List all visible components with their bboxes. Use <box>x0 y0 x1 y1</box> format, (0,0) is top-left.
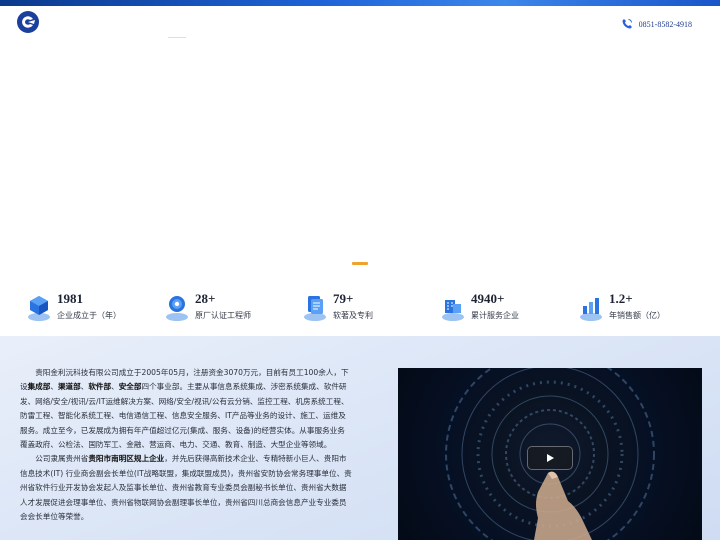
stat-item: 4940+ 累计服务企业 <box>440 288 570 336</box>
stat-value: 4940+ <box>471 291 505 306</box>
stat-value: 1981 <box>57 291 83 306</box>
page: 0851-8582-4918 1981 企业成立于（年） 28+ 原厂认证工程师… <box>0 0 720 540</box>
document-patent-icon <box>304 296 326 321</box>
about-text: 贵阳金利沅科技有限公司成立于2005年05月，注册资金3070万元，目前有员工1… <box>20 366 352 524</box>
stat-value: 79+ <box>333 291 354 306</box>
stats-bar: 1981 企业成立于（年） 28+ 原厂认证工程师 79+ 软著及专利 4940… <box>0 288 720 336</box>
stat-label: 年销售额（亿） <box>609 311 665 320</box>
sales-chart-icon <box>580 298 602 321</box>
company-video[interactable] <box>398 368 702 540</box>
stat-item: 79+ 软著及专利 <box>302 288 432 336</box>
stat-item: 1.2+ 年销售额（亿） <box>578 288 708 336</box>
stat-label: 软著及专利 <box>333 311 373 320</box>
enterprise-service-icon <box>442 300 464 321</box>
stat-label: 累计服务企业 <box>471 311 519 320</box>
contact-phone[interactable]: 0851-8582-4918 <box>621 18 692 30</box>
phone-number: 0851-8582-4918 <box>638 19 692 29</box>
slider-indicator[interactable] <box>352 262 368 265</box>
stat-value: 28+ <box>195 291 216 306</box>
site-header: 0851-8582-4918 <box>0 6 720 36</box>
stat-label: 企业成立于（年） <box>57 311 121 320</box>
stat-value: 1.2+ <box>609 291 633 306</box>
stat-item: 1981 企业成立于（年） <box>26 288 156 336</box>
hero-banner <box>0 38 720 288</box>
play-icon <box>547 454 554 462</box>
engineer-badge-icon <box>166 296 188 321</box>
cube-stack-icon <box>28 296 50 321</box>
play-button[interactable] <box>527 446 573 470</box>
about-paragraph: 公司隶属贵州省贵阳市南明区规上企业，并先后获得高新技术企业、专精特新小巨人、贵阳… <box>20 454 352 522</box>
company-logo[interactable] <box>16 10 40 34</box>
phone-icon <box>622 19 632 29</box>
about-paragraph: 贵阳金利沅科技有限公司成立于2005年05月，注册资金3070万元，目前有员工1… <box>20 368 349 450</box>
stat-label: 原厂认证工程师 <box>195 311 251 320</box>
stat-item: 28+ 原厂认证工程师 <box>164 288 294 336</box>
